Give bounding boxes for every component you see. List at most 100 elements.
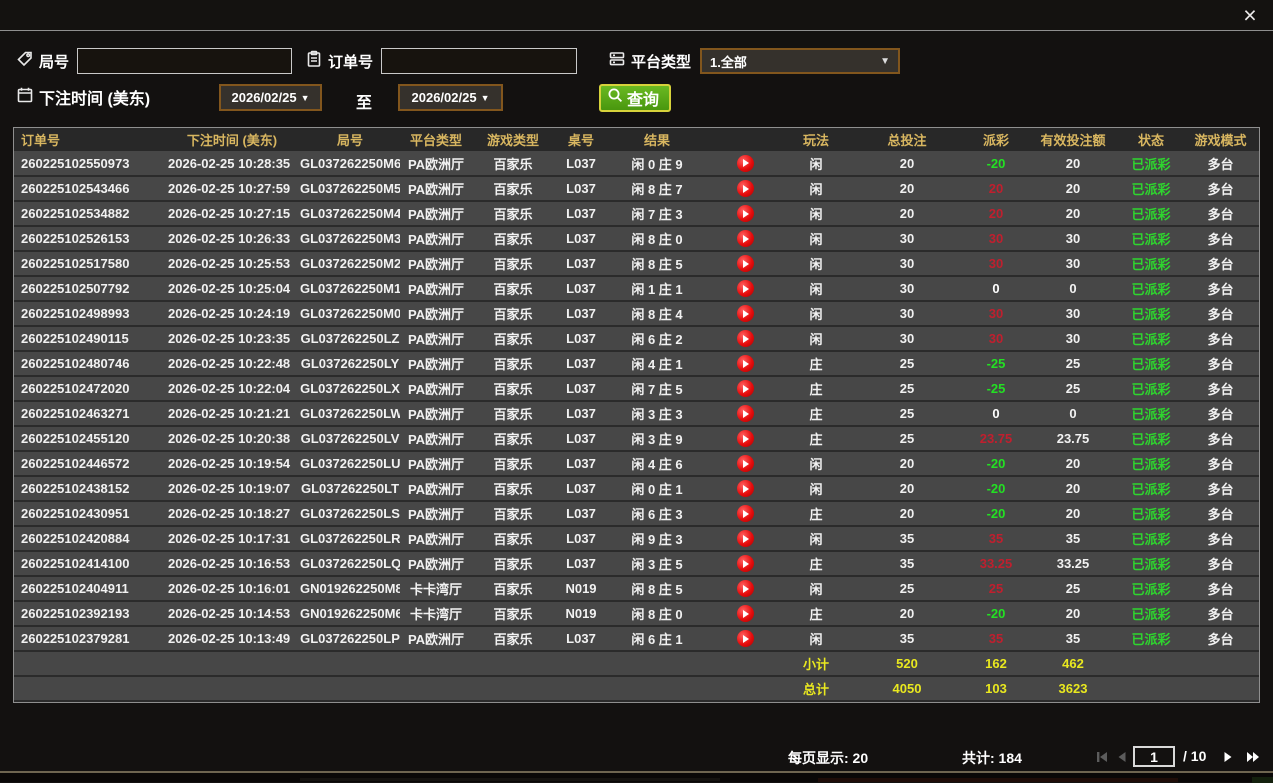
- background-game-strip: [0, 771, 1273, 782]
- cell-round-no: GL037262250M2: [300, 251, 400, 276]
- col-game-mode: 游戏模式: [1182, 128, 1259, 151]
- replay-icon[interactable]: [737, 405, 754, 422]
- cell-payout: 20: [966, 201, 1026, 226]
- page-number-input[interactable]: [1133, 746, 1175, 767]
- cell-game-mode: 多台: [1182, 426, 1259, 451]
- cell-payout: -25: [966, 376, 1026, 401]
- cell-bet-time: 2026-02-25 10:18:27: [164, 501, 300, 526]
- cell-game-type: 百家乐: [472, 451, 554, 476]
- cell-round-no: GL037262250LV: [300, 426, 400, 451]
- replay-icon[interactable]: [737, 280, 754, 297]
- replay-icon[interactable]: [737, 180, 754, 197]
- cell-game-mode: 多台: [1182, 476, 1259, 501]
- cell-status: 已派彩: [1120, 176, 1182, 201]
- cell-result: 闲 8 庄 7: [608, 176, 706, 201]
- replay-icon[interactable]: [737, 230, 754, 247]
- cell-result: 闲 9 庄 3: [608, 526, 706, 551]
- table-row: 260225102446572 2026-02-25 10:19:54 GL03…: [14, 451, 1259, 476]
- page-total-label: / 10: [1183, 748, 1206, 764]
- chevron-down-icon: ▼: [481, 93, 490, 103]
- cell-order-no: 260225102526153: [14, 226, 164, 251]
- cell-total-bet: 30: [848, 326, 966, 351]
- cell-round-no: GL037262250LW: [300, 401, 400, 426]
- query-button[interactable]: 查询: [599, 84, 671, 112]
- replay-icon[interactable]: [737, 505, 754, 522]
- cell-game-mode: 多台: [1182, 276, 1259, 301]
- chevron-down-icon: ▼: [301, 93, 310, 103]
- cell-play-method: 闲: [784, 476, 848, 501]
- cell-replay: [706, 426, 784, 451]
- cell-platform: PA欧洲厅: [400, 376, 472, 401]
- cell-replay: [706, 526, 784, 551]
- cell-game-type: 百家乐: [472, 151, 554, 176]
- cell-platform: 卡卡湾厅: [400, 576, 472, 601]
- cell-payout: 35: [966, 526, 1026, 551]
- date-to-picker[interactable]: 2026/02/25 ▼: [398, 84, 503, 111]
- replay-icon[interactable]: [737, 380, 754, 397]
- table-row: 260225102463271 2026-02-25 10:21:21 GL03…: [14, 401, 1259, 426]
- table-row: 260225102498993 2026-02-25 10:24:19 GL03…: [14, 301, 1259, 326]
- order-input[interactable]: [381, 48, 577, 74]
- replay-icon[interactable]: [737, 430, 754, 447]
- close-icon[interactable]: ×: [1237, 2, 1263, 28]
- replay-icon[interactable]: [737, 605, 754, 622]
- round-input[interactable]: [77, 48, 292, 74]
- next-page-icon[interactable]: [1220, 749, 1236, 765]
- cell-status: 已派彩: [1120, 526, 1182, 551]
- cell-replay: [706, 551, 784, 576]
- prev-page-icon[interactable]: [1114, 749, 1130, 765]
- cell-payout: 20: [966, 176, 1026, 201]
- cell-valid-bet: 30: [1026, 251, 1120, 276]
- cell-payout: -20: [966, 451, 1026, 476]
- replay-icon[interactable]: [737, 330, 754, 347]
- table-row: 260225102414100 2026-02-25 10:16:53 GL03…: [14, 551, 1259, 576]
- table-row: 260225102438152 2026-02-25 10:19:07 GL03…: [14, 476, 1259, 501]
- cell-payout: 30: [966, 326, 1026, 351]
- first-page-icon[interactable]: [1094, 749, 1110, 765]
- cell-total-bet: 30: [848, 251, 966, 276]
- total-valid-bet: 3623: [1026, 676, 1120, 701]
- cell-platform: PA欧洲厅: [400, 451, 472, 476]
- last-page-icon[interactable]: [1245, 749, 1261, 765]
- cell-order-no: 260225102392193: [14, 601, 164, 626]
- replay-icon[interactable]: [737, 355, 754, 372]
- cell-bet-time: 2026-02-25 10:24:19: [164, 301, 300, 326]
- replay-icon[interactable]: [737, 255, 754, 272]
- col-valid-bet: 有效投注额: [1026, 128, 1120, 151]
- cell-result: 闲 8 庄 0: [608, 601, 706, 626]
- table-row: 260225102480746 2026-02-25 10:22:48 GL03…: [14, 351, 1259, 376]
- cell-game-type: 百家乐: [472, 526, 554, 551]
- replay-icon[interactable]: [737, 155, 754, 172]
- cell-replay: [706, 276, 784, 301]
- cell-game-mode: 多台: [1182, 251, 1259, 276]
- cell-bet-time: 2026-02-25 10:28:35: [164, 151, 300, 176]
- platform-select[interactable]: 1.全部 ▼: [700, 48, 900, 74]
- replay-icon[interactable]: [737, 455, 754, 472]
- replay-icon[interactable]: [737, 205, 754, 222]
- cell-platform: PA欧洲厅: [400, 201, 472, 226]
- col-play-method: 玩法: [784, 128, 848, 151]
- replay-icon[interactable]: [737, 480, 754, 497]
- bet-time-filter-label: 下注时间 (美东): [39, 85, 150, 109]
- cell-play-method: 闲: [784, 276, 848, 301]
- replay-icon[interactable]: [737, 305, 754, 322]
- cell-bet-time: 2026-02-25 10:19:54: [164, 451, 300, 476]
- total-row: 总计 4050 103 3623: [14, 676, 1259, 701]
- date-from-picker[interactable]: 2026/02/25 ▼: [219, 84, 322, 111]
- col-platform: 平台类型: [400, 128, 472, 151]
- order-filter-label: 订单号: [328, 51, 373, 72]
- replay-icon[interactable]: [737, 580, 754, 597]
- cell-bet-time: 2026-02-25 10:16:01: [164, 576, 300, 601]
- query-button-label: 查询: [627, 86, 659, 110]
- cell-valid-bet: 33.25: [1026, 551, 1120, 576]
- cell-result: 闲 4 庄 6: [608, 451, 706, 476]
- replay-icon[interactable]: [737, 555, 754, 572]
- cell-table-no: L037: [554, 376, 608, 401]
- replay-icon[interactable]: [737, 630, 754, 647]
- cell-total-bet: 30: [848, 276, 966, 301]
- table-row: 260225102550973 2026-02-25 10:28:35 GL03…: [14, 151, 1259, 176]
- cell-payout: 23.75: [966, 426, 1026, 451]
- cell-play-method: 闲: [784, 151, 848, 176]
- total-total-bet: 4050: [848, 676, 966, 701]
- replay-icon[interactable]: [737, 530, 754, 547]
